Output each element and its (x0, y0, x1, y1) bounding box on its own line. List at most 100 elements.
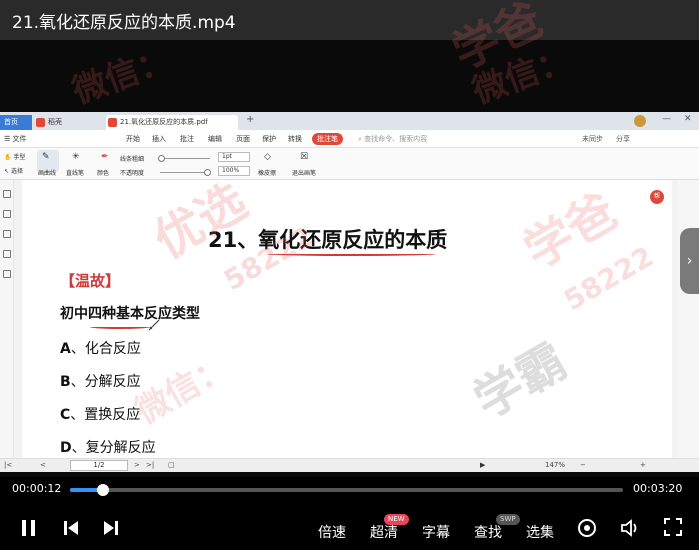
comment-icon[interactable] (3, 230, 11, 238)
share-button[interactable]: 分享 (616, 134, 630, 144)
wps-status-bar: |< < 1/2 > >| ▢ ▶ 147% − + (0, 458, 699, 472)
menu-search[interactable]: ⌕ 查找命令、搜索内容 (358, 134, 427, 144)
subtitle-pen-underline (90, 325, 150, 329)
tab-docer-label: 稻壳 (48, 118, 62, 126)
video-title: 21.氧化还原反应的本质.mp4 (12, 13, 236, 33)
layers-icon[interactable] (3, 270, 11, 278)
menu-item-protect[interactable]: 保护 (262, 134, 276, 144)
option-d: D、复分解反应 (60, 437, 156, 457)
bookmark-icon[interactable] (3, 190, 11, 198)
prev-page-icon[interactable]: < (40, 461, 46, 469)
option-c: C、置换反应 (60, 404, 140, 424)
assistant-badge[interactable]: 帮 (650, 190, 664, 204)
option-d-text: 、复分解反应 (71, 440, 156, 456)
option-c-text: 、置换反应 (70, 407, 141, 423)
quality-button[interactable]: 超清 (370, 522, 398, 542)
subtitles-button[interactable]: 字幕 (422, 522, 450, 542)
exit-pen-icon[interactable]: ☒ (300, 152, 308, 162)
find-button[interactable]: 查找 (474, 522, 502, 542)
previous-icon[interactable] (62, 518, 80, 538)
exit-pen-label[interactable]: 退出画笔 (292, 168, 316, 177)
pdf-page: 21、氧化还原反应的本质 【温故】 初中四种基本反应类型 A、化合反应 B、分解… (22, 180, 672, 460)
straight-pen-icon[interactable]: ✳ (72, 152, 80, 162)
option-a: A、化合反应 (60, 338, 141, 358)
thickness-input[interactable]: 1pt (218, 152, 250, 162)
minimize-icon[interactable]: — (662, 114, 671, 124)
fullscreen-icon[interactable] (664, 518, 682, 536)
menu-item-insert[interactable]: 插入 (152, 134, 166, 144)
right-sidebar (678, 180, 699, 458)
speed-button[interactable]: 倍速 (318, 522, 346, 542)
zoom-level[interactable]: 147% (545, 461, 565, 469)
opacity-label: 不透明度 (120, 170, 145, 177)
option-d-letter: D (60, 440, 72, 456)
quality-new-badge: NEW (384, 514, 409, 525)
player-controls: 倍速 超清 NEW 字幕 查找 SWP 选集 (0, 508, 699, 550)
tab-home[interactable]: 首页 (0, 115, 32, 130)
option-b-letter: B (60, 374, 71, 390)
progress-bar[interactable] (70, 484, 623, 496)
zoom-out-icon[interactable]: − (580, 461, 586, 469)
menu-item-edit[interactable]: 编辑 (208, 134, 222, 144)
opacity-input[interactable]: 100% (218, 166, 250, 176)
menu-item-convert[interactable]: 转换 (288, 134, 302, 144)
first-page-icon[interactable]: |< (4, 461, 12, 469)
playback-progress-row: 00:00:12 00:03:20 (0, 482, 699, 498)
wps-pen-toolbar: ✋ 手型 ↖ 选择 ✎ 画曲线 ✳ 直线笔 ✒ 颜色 线条粗细 不透明度 1pt… (0, 148, 699, 180)
select-tool[interactable]: ↖ 选择 (4, 166, 23, 175)
next-icon[interactable] (102, 518, 120, 538)
line-thickness-label: 线条粗细 (120, 156, 145, 163)
thickness-slider-handle[interactable] (158, 155, 165, 162)
select-tool-label: 选择 (10, 168, 23, 175)
option-a-letter: A (60, 341, 71, 357)
next-video-arrow-icon[interactable]: › (680, 228, 699, 294)
tab-docer[interactable]: 稻壳 (34, 115, 104, 130)
current-time: 00:00:12 (12, 482, 62, 495)
episodes-button[interactable]: 选集 (526, 522, 554, 542)
total-time: 00:03:20 (633, 482, 683, 495)
tab-pdf-document[interactable]: 21.氧化还原反应的本质.pdf (106, 115, 238, 130)
progress-thumb[interactable] (97, 484, 110, 496)
opacity-slider-handle[interactable] (204, 169, 211, 176)
wps-menu-bar: ☰ 文件 开始 插入 批注 编辑 页面 保护 转换 批注笔 ⌕ 查找命令、搜索内… (0, 130, 699, 148)
option-b: B、分解反应 (60, 371, 141, 391)
color-pen-icon[interactable]: ✒ (101, 152, 109, 162)
color-label[interactable]: 颜色 (97, 168, 109, 177)
eraser-label[interactable]: 橡皮擦 (258, 168, 276, 177)
next-page-icon[interactable]: > (134, 461, 140, 469)
menu-item-pen-active[interactable]: 批注笔 (312, 133, 343, 145)
menu-file[interactable]: ☰ 文件 (4, 134, 27, 144)
title-pen-underline (266, 252, 436, 256)
menu-item-page[interactable]: 页面 (236, 134, 250, 144)
pdf-icon (108, 118, 117, 127)
sync-status[interactable]: 未同步 (582, 134, 603, 144)
thickness-slider[interactable] (160, 158, 210, 159)
review-label: 【温故】 (60, 272, 121, 290)
hand-tool-label: 手型 (13, 154, 26, 161)
thumbnail-icon[interactable] (3, 210, 11, 218)
opacity-slider[interactable] (160, 172, 210, 173)
avatar[interactable] (634, 115, 646, 127)
find-swp-badge: SWP (496, 514, 520, 525)
page-indicator[interactable]: 1/2 (70, 460, 128, 471)
option-c-letter: C (60, 407, 71, 423)
menu-item-start[interactable]: 开始 (126, 134, 140, 144)
zoom-in-icon[interactable]: + (640, 461, 646, 469)
eraser-icon[interactable]: ◇ (264, 152, 271, 162)
add-tab-icon[interactable]: + (246, 114, 254, 125)
recorded-screen: 首页 稻壳 21.氧化还原反应的本质.pdf + — ✕ ☰ 文件 开始 插入 … (0, 112, 699, 472)
pause-icon[interactable] (20, 518, 38, 538)
volume-icon[interactable] (620, 518, 642, 538)
document-title: 21、氧化还原反应的本质 (208, 228, 448, 252)
attachment-icon[interactable] (3, 250, 11, 258)
close-icon[interactable]: ✕ (684, 114, 692, 124)
fit-page-icon[interactable]: ▢ (168, 461, 175, 469)
last-page-icon[interactable]: >| (146, 461, 154, 469)
option-a-text: 、化合反应 (70, 341, 141, 357)
hand-tool[interactable]: ✋ 手型 (4, 152, 25, 161)
pen-cursor-icon (148, 319, 160, 331)
play-icon[interactable]: ▶ (480, 461, 485, 469)
record-icon[interactable] (577, 518, 597, 538)
docer-icon (36, 118, 45, 127)
menu-item-annotate[interactable]: 批注 (180, 134, 194, 144)
